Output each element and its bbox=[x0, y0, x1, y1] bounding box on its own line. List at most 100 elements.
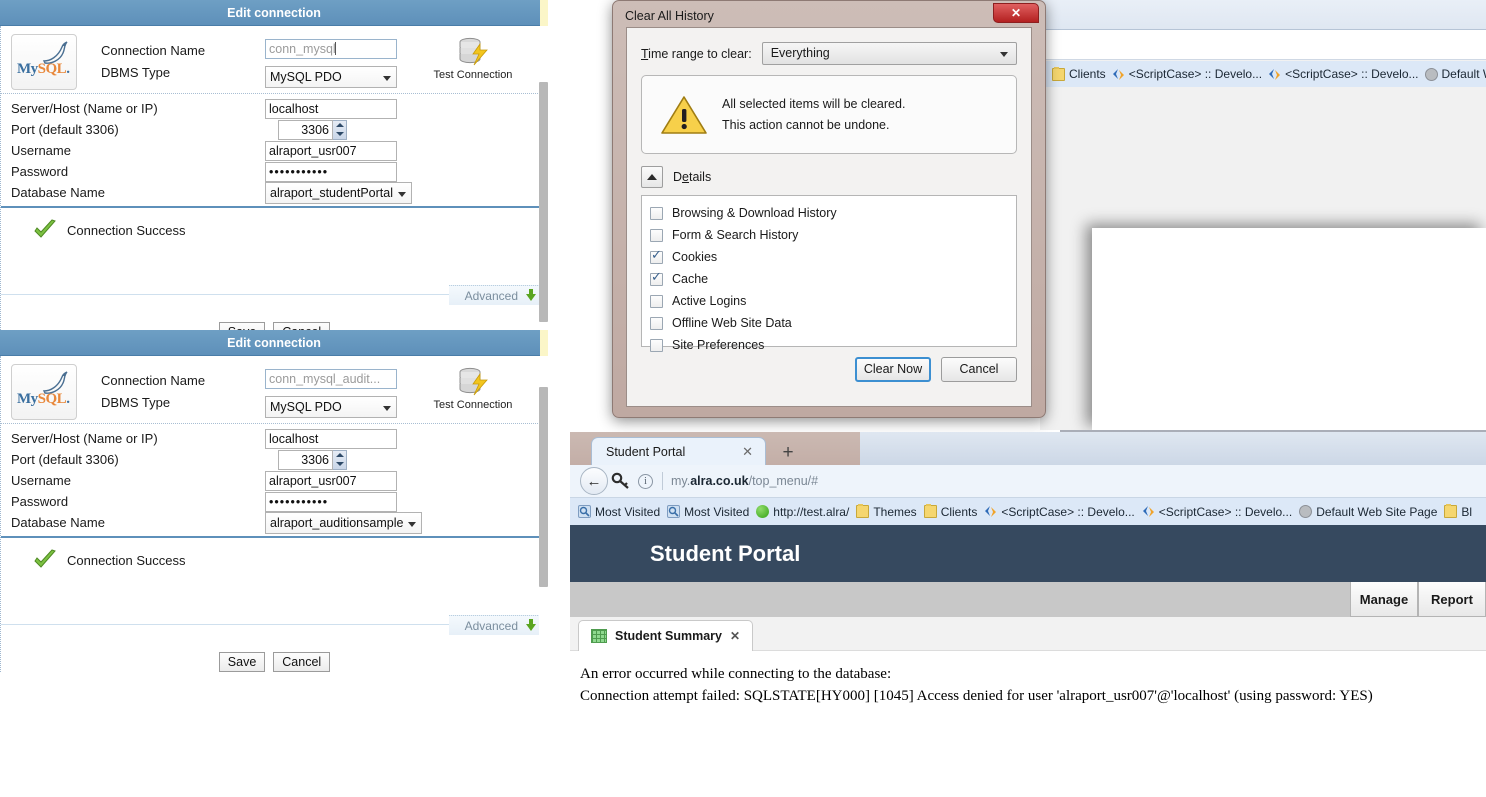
time-range-select[interactable]: Everything bbox=[761, 42, 1017, 65]
new-tab-button[interactable]: + bbox=[770, 441, 806, 465]
manage-button[interactable]: Manage bbox=[1350, 582, 1418, 617]
label-username: Username bbox=[11, 143, 71, 158]
screen-root: Clients <ScriptCase> :: Develo... <Scrip… bbox=[0, 0, 1486, 797]
save-button[interactable]: Save bbox=[218, 652, 266, 672]
bookmark-bl[interactable]: Bl bbox=[1444, 504, 1472, 519]
connection-status: Connection Success bbox=[1, 538, 548, 574]
error-line-1: An error occurred while connecting to th… bbox=[580, 666, 892, 682]
stepper-up-icon[interactable] bbox=[335, 123, 344, 127]
list-item[interactable]: Cache bbox=[650, 268, 1016, 290]
panel-title-accent bbox=[540, 0, 548, 26]
bookmark-label: <ScriptCase> :: Develo... bbox=[1001, 504, 1135, 519]
database-name-select[interactable]: alraport_studentPortal bbox=[265, 181, 412, 204]
stepper-up-icon[interactable] bbox=[335, 453, 344, 457]
checkbox-active-logins[interactable] bbox=[650, 294, 663, 308]
scrollbar-thumb[interactable] bbox=[539, 82, 548, 322]
list-item[interactable]: Cookies bbox=[650, 246, 1016, 268]
bookmark-clients[interactable]: Clients bbox=[1052, 66, 1106, 81]
folder-icon bbox=[856, 504, 870, 518]
advanced-toggle[interactable]: Advanced bbox=[448, 615, 542, 635]
bookmark-test-alra[interactable]: http://test.alra/ bbox=[756, 505, 849, 519]
time-range-label-text: ime range to clear: bbox=[648, 46, 752, 61]
port-stepper[interactable] bbox=[333, 119, 347, 140]
url-text[interactable]: my.alra.co.uk/top_menu/# bbox=[671, 474, 818, 488]
port-input[interactable]: 3306 bbox=[278, 119, 333, 140]
cancel-button[interactable]: Cancel bbox=[273, 652, 331, 672]
connection-name-input[interactable]: conn_mysql_audit... bbox=[265, 369, 397, 389]
bookmark-clients[interactable]: Clients bbox=[923, 504, 977, 519]
bookmark-scriptcase-2[interactable]: <ScriptCase> :: Develo... bbox=[1268, 67, 1419, 81]
panel-scrollbar[interactable] bbox=[539, 357, 548, 672]
info-icon[interactable]: i bbox=[638, 473, 653, 489]
back-arrow-icon[interactable]: ← bbox=[580, 467, 608, 495]
browser-bookmarks-bar: Most Visited Most Visited http://test.al… bbox=[570, 498, 1486, 525]
clear-now-button[interactable]: Clear Now bbox=[855, 357, 931, 382]
advanced-label: Advanced bbox=[464, 288, 518, 303]
checkbox-browsing-download-history[interactable] bbox=[650, 206, 663, 220]
bookmark-most-visited-2[interactable]: Most Visited bbox=[667, 505, 749, 519]
test-connection-button[interactable]: Test Connection bbox=[428, 36, 518, 81]
bookmark-scriptcase-1[interactable]: <ScriptCase> :: Develo... bbox=[984, 504, 1135, 519]
checkbox-form-search-history[interactable] bbox=[650, 228, 663, 242]
browser-tab-student-portal[interactable]: Student Portal ✕ bbox=[591, 437, 766, 465]
list-item[interactable]: Active Logins bbox=[650, 290, 1016, 312]
report-button[interactable]: Report bbox=[1418, 582, 1486, 617]
test-connection-button[interactable]: Test Connection bbox=[428, 366, 518, 411]
scriptcase-icon bbox=[1268, 68, 1281, 81]
port-value: 3306 bbox=[301, 122, 329, 137]
tab-student-summary[interactable]: Student Summary ✕ bbox=[578, 620, 754, 651]
port-value: 3306 bbox=[301, 452, 329, 467]
server-host-input[interactable]: localhost bbox=[265, 98, 397, 119]
database-lightning-icon bbox=[456, 366, 490, 396]
field-row-server-host: Server/Host (Name or IP) localhost bbox=[1, 428, 548, 449]
list-item[interactable]: Offline Web Site Data bbox=[650, 312, 1016, 334]
history-items-list: Browsing & Download History Form & Searc… bbox=[641, 195, 1017, 352]
server-host-input[interactable]: localhost bbox=[265, 428, 397, 449]
port-input[interactable]: 3306 bbox=[278, 449, 333, 470]
close-icon[interactable]: ✕ bbox=[993, 3, 1039, 23]
background-browser-urlbar[interactable] bbox=[1040, 30, 1486, 60]
globe-icon bbox=[1424, 67, 1438, 81]
scrollbar-thumb[interactable] bbox=[539, 387, 548, 587]
checkbox-site-preferences[interactable] bbox=[650, 338, 663, 352]
list-item[interactable]: Form & Search History bbox=[650, 224, 1016, 246]
advanced-toggle[interactable]: Advanced bbox=[448, 285, 542, 305]
checkbox-offline-web-site-data[interactable] bbox=[650, 316, 663, 330]
bookmark-default-web-site-page[interactable]: Default Web Site Page bbox=[1299, 505, 1437, 519]
dialog-cancel-button[interactable]: Cancel bbox=[941, 357, 1017, 382]
list-item[interactable]: Browsing & Download History bbox=[650, 202, 1016, 224]
close-icon[interactable]: ✕ bbox=[730, 629, 740, 643]
bookmark-most-visited-1[interactable]: Most Visited bbox=[578, 505, 660, 519]
advanced-bar: Advanced bbox=[1, 615, 548, 646]
checkbox-cookies[interactable] bbox=[650, 248, 663, 264]
stepper-down-icon[interactable] bbox=[335, 462, 344, 466]
connection-header-fields: conn_mysql MySQL PDO bbox=[265, 39, 397, 93]
password-input[interactable]: ••••••••••• bbox=[265, 161, 397, 182]
bookmark-scriptcase-2[interactable]: <ScriptCase> :: Develo... bbox=[1142, 505, 1292, 519]
port-stepper[interactable] bbox=[333, 449, 347, 470]
url-path: /top_menu/# bbox=[748, 474, 819, 488]
green-globe-icon bbox=[756, 505, 770, 518]
password-input[interactable]: ••••••••••• bbox=[265, 491, 397, 512]
connection-name-input[interactable]: conn_mysql bbox=[265, 39, 397, 59]
dbms-type-select[interactable]: MySQL PDO bbox=[265, 396, 397, 418]
check-mark-icon bbox=[33, 219, 57, 241]
label-username: Username bbox=[11, 473, 71, 488]
list-item-label: Site Preferences bbox=[672, 338, 765, 352]
checkbox-cache[interactable] bbox=[650, 270, 663, 286]
database-name-select[interactable]: alraport_auditionsample bbox=[265, 511, 423, 534]
bookmark-themes[interactable]: Themes bbox=[856, 504, 917, 519]
username-input[interactable]: alraport_usr007 bbox=[265, 470, 397, 491]
close-icon[interactable]: ✕ bbox=[742, 444, 753, 460]
portal-header: Student Portal bbox=[570, 525, 1486, 582]
username-value: alraport_usr007 bbox=[269, 143, 357, 158]
bookmark-scriptcase-1[interactable]: <ScriptCase> :: Develo... bbox=[1112, 67, 1262, 81]
dbms-type-value: MySQL PDO bbox=[270, 400, 342, 414]
details-toggle-button[interactable] bbox=[641, 166, 663, 188]
stepper-down-icon[interactable] bbox=[335, 132, 344, 136]
dbms-type-select[interactable]: MySQL PDO bbox=[265, 66, 397, 88]
bookmark-default-web-site-page[interactable]: Default Wel bbox=[1424, 67, 1486, 81]
panel-scrollbar[interactable] bbox=[539, 27, 548, 342]
username-input[interactable]: alraport_usr007 bbox=[265, 140, 397, 161]
field-row-database-name: Database Name alraport_studentPortal bbox=[1, 181, 548, 204]
